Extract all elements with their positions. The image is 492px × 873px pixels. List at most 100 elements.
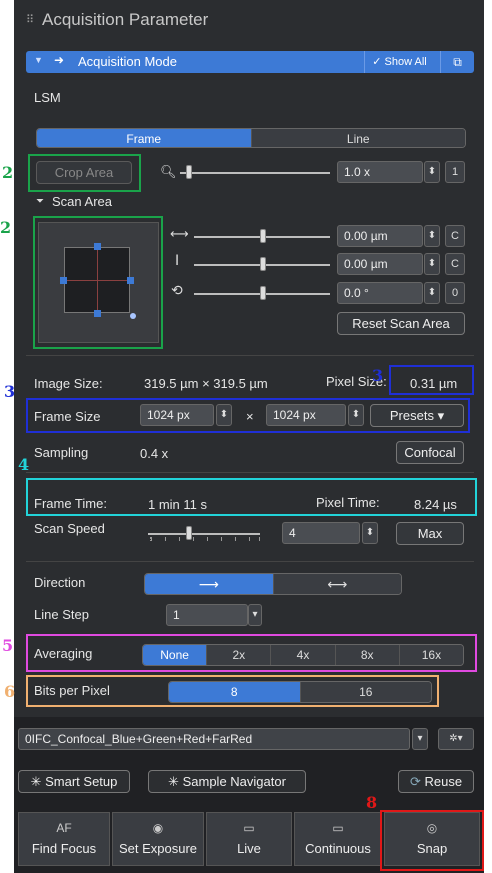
- scan-speed-thumb[interactable]: [186, 526, 192, 540]
- live-icon: ▭: [243, 821, 255, 835]
- line-step-dropdown-icon[interactable]: ▾: [248, 604, 262, 626]
- highlight-averaging: [26, 634, 477, 672]
- zoom-reset-button[interactable]: 1: [445, 161, 465, 183]
- highlight-timing: [26, 478, 477, 516]
- highlight-scan-area: [33, 216, 163, 349]
- scan-speed-slider[interactable]: [148, 533, 260, 535]
- offset-y-thumb[interactable]: [260, 257, 266, 271]
- zoom-slider[interactable]: [180, 172, 330, 174]
- rotation-thumb[interactable]: [260, 286, 266, 300]
- image-size-value: 319.5 µm × 319.5 µm: [144, 376, 268, 391]
- configuration-dropdown-icon[interactable]: ▾: [412, 728, 428, 750]
- confocal-button[interactable]: Confocal: [396, 441, 464, 464]
- sample-navigator-button[interactable]: ✳ Sample Navigator: [148, 770, 306, 793]
- reuse-icon: ⟳: [409, 774, 421, 789]
- line-step-select[interactable]: 1: [166, 604, 248, 626]
- zoom-slider-thumb[interactable]: [186, 165, 192, 179]
- scan-speed-ticks: [150, 537, 260, 541]
- annotation-number: 6: [4, 682, 16, 701]
- offset-y-field[interactable]: 0.00 µm: [337, 253, 423, 275]
- annotation-number: 4: [18, 455, 30, 474]
- annotation-number: 5: [2, 636, 14, 655]
- scan-area-title: Scan Area: [52, 194, 112, 209]
- show-all-label: Show All: [384, 56, 427, 68]
- show-all-toggle[interactable]: ✓ Show All: [364, 51, 434, 73]
- annotation-number: 2: [0, 218, 12, 237]
- collapse-icon[interactable]: ▼: [34, 55, 43, 65]
- sample-navigator-icon: ✳: [168, 774, 179, 789]
- highlight-frame-size: [26, 398, 470, 433]
- rotation-icon: ⟲: [171, 282, 183, 298]
- offset-y-reset-button[interactable]: C: [445, 253, 465, 275]
- reuse-button[interactable]: ⟳ Reuse: [398, 770, 474, 793]
- live-button[interactable]: ▭ Live: [206, 812, 292, 866]
- acquisition-mode-title: Acquisition Mode: [78, 54, 177, 69]
- camera-icon: ◉: [152, 821, 164, 835]
- scan-speed-spinner[interactable]: ⬍: [362, 522, 378, 544]
- mode-label: LSM: [34, 90, 61, 105]
- find-focus-button[interactable]: AF Find Focus: [18, 812, 110, 866]
- offset-x-spinner[interactable]: ⬍: [424, 225, 440, 247]
- bidirectional-icon[interactable]: ⟷: [273, 574, 401, 594]
- scan-speed-label: Scan Speed: [34, 521, 105, 536]
- grip-icon: ⠿: [26, 14, 35, 26]
- offset-y-icon: Ⅰ: [175, 252, 180, 268]
- zoom-field[interactable]: 1.0 x: [337, 161, 423, 183]
- max-speed-button[interactable]: Max: [396, 522, 464, 545]
- divider: [26, 472, 474, 473]
- annotation-number: 3: [4, 382, 16, 401]
- direction-selector: ⟶ ⟷: [144, 573, 402, 595]
- highlight-crop-area: [28, 154, 141, 192]
- sampling-label: Sampling: [34, 445, 89, 460]
- find-focus-label: Find Focus: [31, 841, 97, 856]
- panel-title: Acquisition Parameter: [42, 10, 209, 29]
- scan-mode-tabs: Frame Line: [36, 128, 466, 148]
- line-step-label: Line Step: [34, 607, 89, 622]
- live-label: Live: [237, 841, 261, 856]
- zoom-spinner[interactable]: ⬍: [424, 161, 440, 183]
- af-icon: AF: [56, 821, 72, 835]
- reset-scan-area-button[interactable]: Reset Scan Area: [337, 312, 465, 335]
- image-size-label: Image Size:: [34, 376, 103, 391]
- configuration-settings-icon[interactable]: ✲▾: [438, 728, 474, 750]
- continuous-label: Continuous: [305, 841, 371, 856]
- sampling-value: 0.4 x: [140, 446, 169, 461]
- highlight-pixel-size: [389, 365, 474, 395]
- set-exposure-label: Set Exposure: [118, 841, 198, 856]
- direction-label: Direction: [34, 575, 86, 590]
- annotation-number: 8: [366, 793, 378, 812]
- sample-navigator-label: Sample Navigator: [182, 774, 286, 789]
- tab-frame[interactable]: Frame: [37, 129, 252, 147]
- unidirectional-icon[interactable]: ⟶: [145, 574, 274, 594]
- popout-icon[interactable]: ⧉: [440, 51, 474, 73]
- annotation-number: 3: [372, 366, 384, 385]
- highlight-snap: [380, 810, 484, 871]
- offset-y-spinner[interactable]: ⬍: [424, 253, 440, 275]
- reuse-label: Reuse: [424, 774, 463, 789]
- offset-x-reset-button[interactable]: C: [445, 225, 465, 247]
- tab-line[interactable]: Line: [251, 129, 465, 147]
- mode-icon: ➜: [54, 53, 65, 67]
- scan-speed-field[interactable]: 4: [282, 522, 360, 544]
- continuous-button[interactable]: ▭ Continuous: [294, 812, 382, 866]
- set-exposure-button[interactable]: ◉ Set Exposure: [112, 812, 204, 866]
- rotation-field[interactable]: 0.0 °: [337, 282, 423, 304]
- smart-setup-button[interactable]: ✳ Smart Setup: [18, 770, 130, 793]
- divider: [26, 355, 474, 356]
- divider: [26, 561, 474, 562]
- scan-area-collapse-icon[interactable]: ⏷: [36, 196, 44, 207]
- offset-x-icon: ⟷: [170, 226, 189, 241]
- smart-setup-icon: ✳: [30, 774, 42, 789]
- configuration-select[interactable]: 0IFC_Confocal_Blue+Green+Red+FarRed: [18, 728, 410, 750]
- offset-x-thumb[interactable]: [260, 229, 266, 243]
- zoom-icon: 🔍︎: [160, 164, 177, 179]
- annotation-number: 2: [2, 163, 14, 182]
- acquisition-mode-bar[interactable]: ▼ ➜ Acquisition Mode ✓ Show All ⧉: [26, 51, 474, 73]
- smart-setup-label: Smart Setup: [45, 774, 118, 789]
- rotation-reset-button[interactable]: 0: [445, 282, 465, 304]
- highlight-bits-per-pixel: [26, 675, 439, 707]
- panel-header: ⠿ Acquisition Parameter: [14, 0, 484, 48]
- rotation-spinner[interactable]: ⬍: [424, 282, 440, 304]
- offset-x-field[interactable]: 0.00 µm: [337, 225, 423, 247]
- continuous-icon: ▭: [332, 821, 344, 835]
